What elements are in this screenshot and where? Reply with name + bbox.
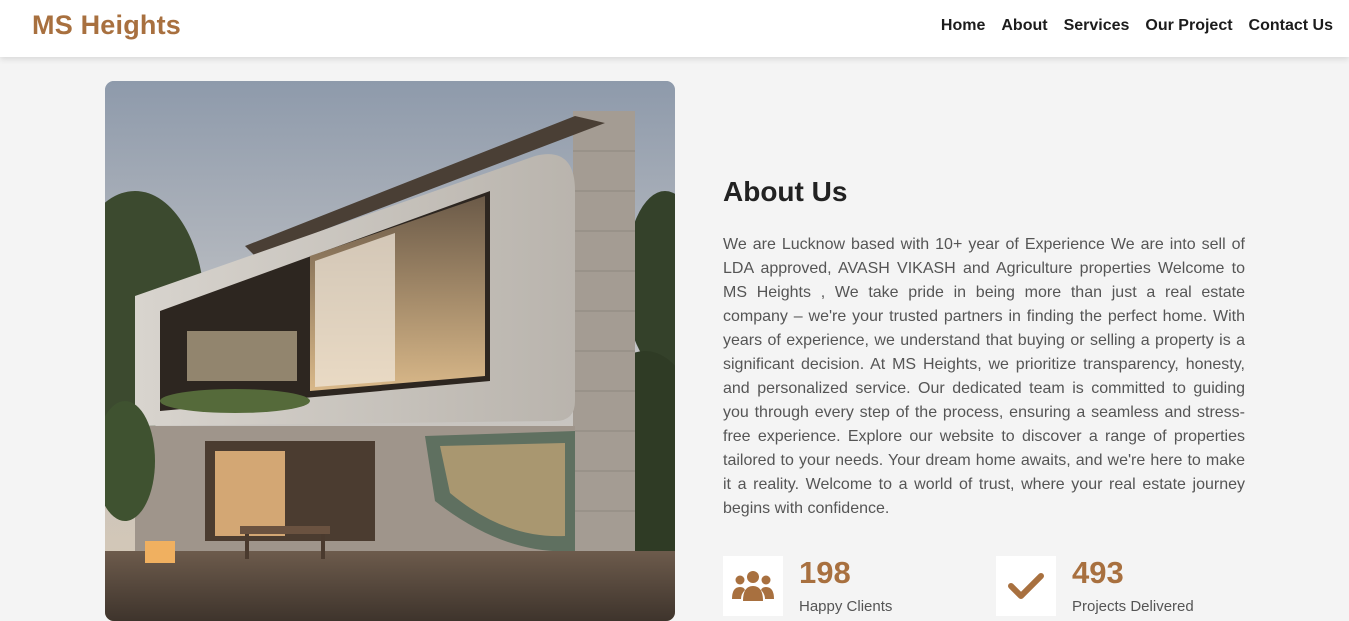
stat-projects: 493 Projects Delivered [996, 555, 1194, 616]
navbar: MS Heights Home About Services Our Proje… [0, 0, 1349, 57]
nav-contact-us-link[interactable]: Contact Us [1249, 17, 1333, 35]
stat-label: Projects Delivered [1072, 598, 1194, 615]
nav-home-link[interactable]: Home [941, 17, 985, 35]
brand-logo[interactable]: MS Heights [32, 10, 181, 41]
nav-our-project-link[interactable]: Our Project [1145, 17, 1232, 35]
nav-about-link[interactable]: About [1001, 17, 1047, 35]
main-nav: Home About Services Our Project Contact … [941, 17, 1333, 35]
check-icon [996, 556, 1056, 616]
about-description: We are Lucknow based with 10+ year of Ex… [723, 236, 1245, 517]
house-image [105, 81, 675, 621]
users-icon [723, 556, 783, 616]
nav-services-link[interactable]: Services [1064, 17, 1130, 35]
stat-happy-clients: 198 Happy Clients [723, 555, 892, 616]
stat-label: Happy Clients [799, 598, 893, 615]
about-title: About Us [723, 176, 848, 207]
